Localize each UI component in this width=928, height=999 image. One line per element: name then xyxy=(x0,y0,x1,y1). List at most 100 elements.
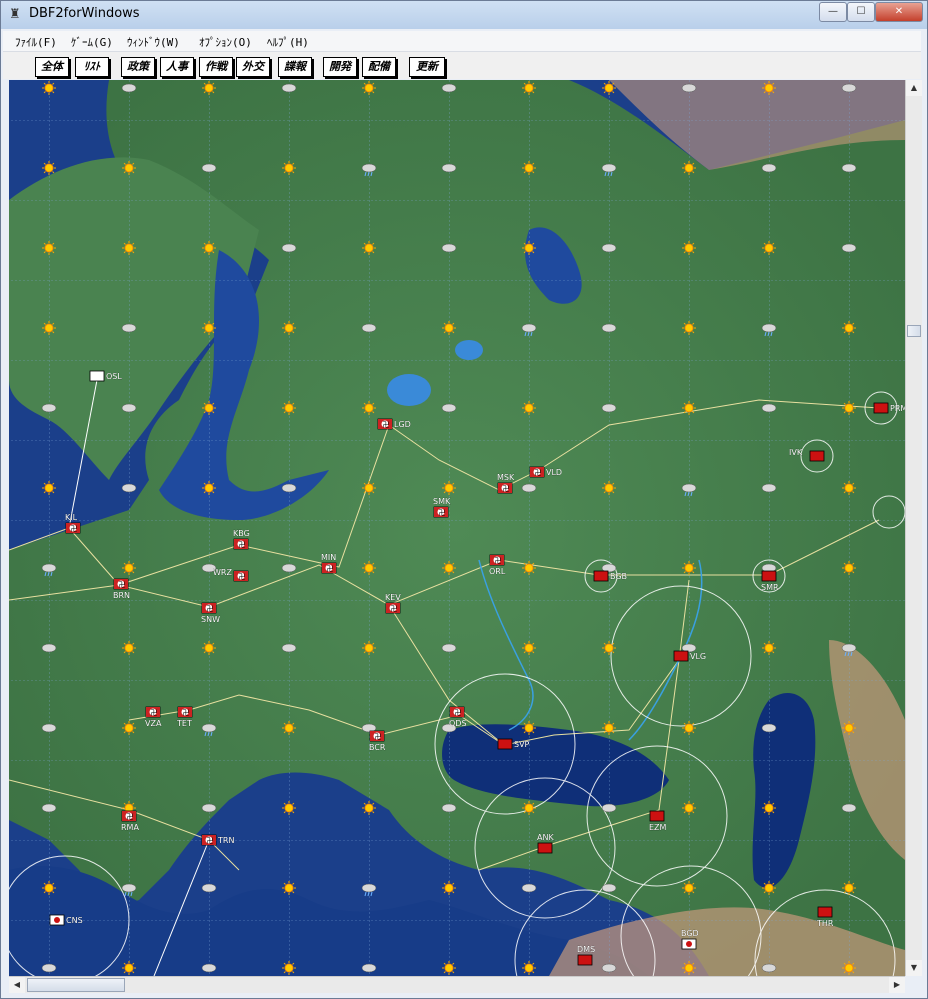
city-label-trn: TRN xyxy=(217,836,234,845)
maximize-button[interactable]: ☐ xyxy=(847,2,875,22)
city-marker-ank[interactable]: ANK xyxy=(537,833,555,854)
cloud-icon xyxy=(441,403,457,413)
city-label-thr: THR xyxy=(816,919,834,928)
svg-text:卍: 卍 xyxy=(382,421,389,429)
city-marker-osl[interactable]: OSL xyxy=(89,370,123,382)
city-marker-kev[interactable]: 卍 KEV xyxy=(385,593,401,614)
city-label-ivk: IVK xyxy=(789,448,803,457)
cloud-icon xyxy=(121,83,137,93)
toolbar-deploy-button[interactable]: 配備 xyxy=(362,57,396,77)
toolbar-diplomacy-button[interactable]: 外交 xyxy=(236,57,270,77)
city-marker-bgb[interactable]: BGB xyxy=(593,570,627,582)
city-label-bgd: BGD xyxy=(681,929,699,938)
toolbar-policy-button[interactable]: 政策 xyxy=(121,57,155,77)
menu-window[interactable]: ｳｨﾝﾄﾞｳ(W) xyxy=(127,34,180,50)
menu-option[interactable]: ｵﾌﾟｼｮﾝ(O) xyxy=(199,34,252,50)
city-label-vld: VLD xyxy=(546,468,562,477)
city-marker-svp[interactable]: SVP xyxy=(497,738,530,750)
city-label-vza: VZA xyxy=(145,719,162,728)
city-marker-trn[interactable]: 卍 TRN xyxy=(201,834,235,846)
city-marker-min[interactable]: 卍 MIN xyxy=(321,553,336,574)
svg-text:卍: 卍 xyxy=(126,813,133,821)
toolbar-refresh-button[interactable]: 更新 xyxy=(409,57,445,77)
scroll-right-icon[interactable]: ▶ xyxy=(889,977,905,993)
horizontal-scroll-thumb[interactable] xyxy=(27,978,125,992)
city-label-dms: DMS xyxy=(577,945,595,954)
toolbar-develop-button[interactable]: 開発 xyxy=(323,57,357,77)
city-label-prm: PRM xyxy=(890,404,905,413)
cloud-icon xyxy=(41,803,57,813)
city-label-smk: SMK xyxy=(433,497,451,506)
city-label-vlg: VLG xyxy=(690,652,706,661)
svg-text:卍: 卍 xyxy=(454,709,461,717)
cloud-icon xyxy=(201,963,217,973)
cloud-icon xyxy=(281,243,297,253)
toolbar-list-button[interactable]: ﾘｽﾄ xyxy=(75,57,109,77)
cloud-icon xyxy=(121,403,137,413)
city-marker-vlg[interactable]: VLG xyxy=(673,650,706,662)
title-bar[interactable]: ♜ DBF2forWindows — ☐ ✕ xyxy=(1,1,927,29)
cloud-icon xyxy=(441,803,457,813)
scroll-down-icon[interactable]: ▼ xyxy=(906,960,922,976)
cloud-icon xyxy=(41,723,57,733)
close-button[interactable]: ✕ xyxy=(875,2,923,22)
cloud-icon xyxy=(601,883,617,893)
cloud-icon xyxy=(761,163,777,173)
city-marker-msk[interactable]: 卍 MSK xyxy=(497,473,515,494)
city-label-kbg: KBG xyxy=(233,529,250,538)
city-marker-lgd[interactable]: 卍 LGD xyxy=(377,418,411,430)
city-marker-cns[interactable]: CNS xyxy=(49,914,83,926)
city-marker-smk[interactable]: 卍 SMK xyxy=(433,497,451,518)
menu-file[interactable]: ﾌｧｲﾙ(F) xyxy=(15,34,57,50)
vertical-scrollbar[interactable]: ▲ ▼ xyxy=(905,80,922,976)
toolbar-intel-button[interactable]: 諜報 xyxy=(278,57,312,77)
scroll-up-icon[interactable]: ▲ xyxy=(906,80,922,96)
cloud-icon xyxy=(441,163,457,173)
strategic-map[interactable]: OSL 卍 LGD 卍 MSK 卍 VLD 卍 KIL 卍 SMK 卍 KBG 卍 MIN 卍 ORL 卍 BRN 卍… xyxy=(9,80,905,976)
city-label-msk: MSK xyxy=(497,473,515,482)
minimize-button[interactable]: — xyxy=(819,2,847,22)
svg-text:卍: 卍 xyxy=(326,565,333,573)
svg-text:卍: 卍 xyxy=(206,605,213,613)
city-label-snw: SNW xyxy=(201,615,220,624)
city-marker-prm[interactable]: PRM xyxy=(873,402,905,414)
vertical-scroll-thumb[interactable] xyxy=(907,325,921,337)
city-label-ods: ODS xyxy=(449,719,467,728)
city-label-bgb: BGB xyxy=(610,572,627,581)
toolbar-personnel-button[interactable]: 人事 xyxy=(160,57,194,77)
svg-text:卍: 卍 xyxy=(534,469,541,477)
toolbar-operations-button[interactable]: 作戦 xyxy=(199,57,233,77)
cloud-icon xyxy=(841,163,857,173)
city-label-ezm: EZM xyxy=(649,823,667,832)
cloud-icon xyxy=(521,883,537,893)
window-title: DBF2forWindows xyxy=(29,6,140,21)
cloud-icon xyxy=(361,963,377,973)
menu-game[interactable]: ｹﾞｰﾑ(G) xyxy=(71,34,113,50)
cloud-icon xyxy=(681,83,697,93)
city-label-brn: BRN xyxy=(113,591,130,600)
cloud-icon xyxy=(761,723,777,733)
cloud-icon xyxy=(281,563,297,573)
city-label-orl: ORL xyxy=(489,567,506,576)
city-label-cns: CNS xyxy=(66,916,83,925)
city-label-bcr: BCR xyxy=(369,743,386,752)
scroll-left-icon[interactable]: ◀ xyxy=(9,977,25,993)
menu-bar: ﾌｧｲﾙ(F) ｹﾞｰﾑ(G) ｳｨﾝﾄﾞｳ(W) ｵﾌﾟｼｮﾝ(O) ﾍﾙﾌﾟ… xyxy=(3,31,921,52)
cloud-icon xyxy=(281,83,297,93)
city-marker-bgd[interactable]: BGD xyxy=(681,929,699,950)
city-label-rma: RMA xyxy=(121,823,139,832)
cloud-icon xyxy=(761,403,777,413)
menu-help[interactable]: ﾍﾙﾌﾟ(H) xyxy=(267,34,309,50)
svg-text:卍: 卍 xyxy=(502,485,509,493)
svg-text:卍: 卍 xyxy=(390,605,397,613)
city-marker-kbg[interactable]: 卍 KBG xyxy=(233,529,250,550)
svg-text:卍: 卍 xyxy=(206,837,213,845)
horizontal-scrollbar[interactable]: ◀ ▶ xyxy=(9,976,905,993)
city-label-svp: SVP xyxy=(514,740,530,749)
city-marker-vld[interactable]: 卍 VLD xyxy=(529,466,562,478)
toolbar-overview-button[interactable]: 全体 xyxy=(35,57,69,77)
svg-text:卍: 卍 xyxy=(70,525,77,533)
cloud-icon xyxy=(41,403,57,413)
map-canvas[interactable]: OSL 卍 LGD 卍 MSK 卍 VLD 卍 KIL 卍 SMK 卍 KBG 卍 MIN 卍 ORL 卍 BRN 卍… xyxy=(9,80,905,976)
cloud-icon xyxy=(841,243,857,253)
